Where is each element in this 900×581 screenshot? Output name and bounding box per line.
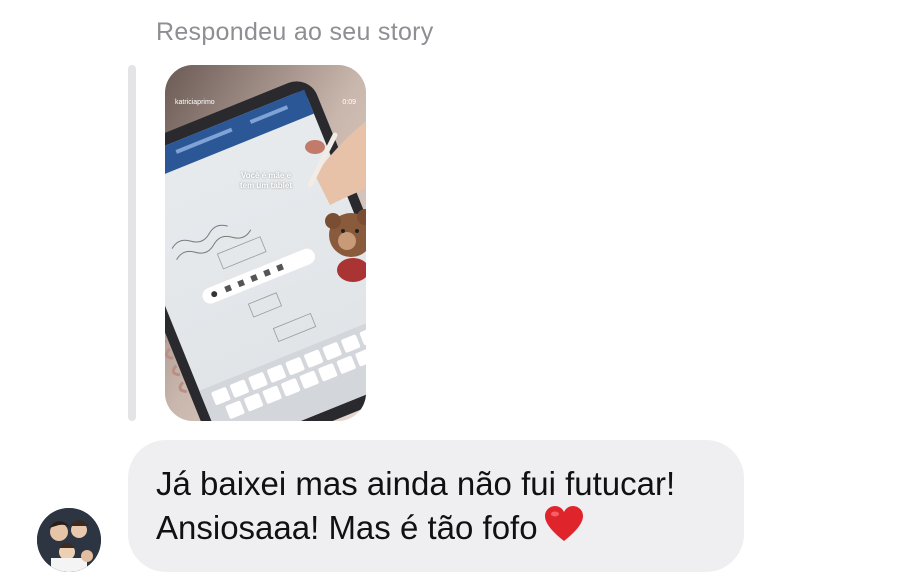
quote-bar [128,65,136,421]
story-caption-line-1: Você é mãe e [240,171,292,180]
reply-context-label: Respondeu ao seu story [156,18,434,46]
story-caption-line-2: tem um tablet [239,181,292,190]
sender-avatar[interactable] [37,508,101,572]
message-bubble[interactable]: Já baixei mas ainda não fui futucar! Ans… [128,440,744,572]
avatar-photo [37,508,101,572]
message-text-line-1: Já baixei mas ainda não fui futucar! [156,465,676,502]
message-text-line-2: Ansiosaaa! Mas é tão fofo [156,505,744,553]
message-text-line-2-content: Ansiosaaa! Mas é tão fofo [156,509,538,546]
story-caption: Você é mãe e tem um tablet [227,171,305,191]
dm-thread: Respondeu ao seu story katriciaprimo 0:0… [0,0,900,581]
story-thumbnail-image [165,65,366,421]
story-duration: 0:09 [342,99,356,106]
story-preview[interactable]: katriciaprimo 0:09 Você é mãe e tem um t… [165,65,366,421]
story-username: katriciaprimo [175,99,215,106]
heart-emoji-icon [544,505,584,553]
